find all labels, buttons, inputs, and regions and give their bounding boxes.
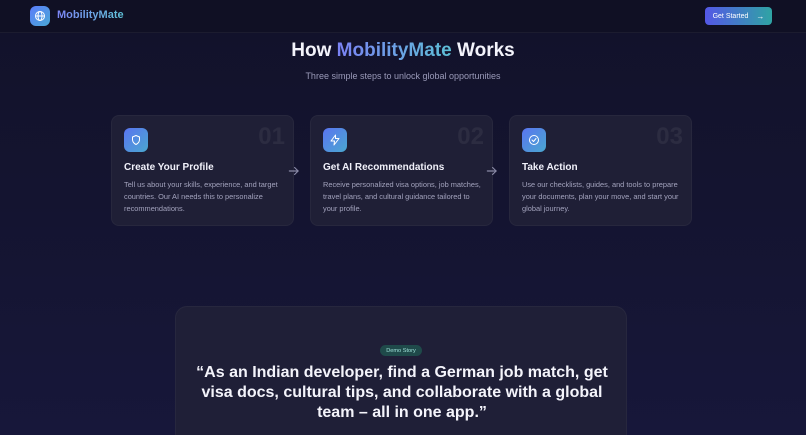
step-title: Take Action xyxy=(522,162,578,173)
step-description: Receive personalized visa options, job m… xyxy=(323,180,481,213)
step-title: Create Your Profile xyxy=(124,162,214,173)
story-quote: “As an Indian developer, find a German j… xyxy=(196,364,608,421)
step-description: Use our checklists, guides, and tools to… xyxy=(522,180,679,213)
step-card-recommendations: 02 Get AI Recommendations Receive person… xyxy=(310,115,493,226)
arrow-right-icon xyxy=(288,166,299,176)
check-circle-icon xyxy=(522,128,546,152)
step-number: 01 xyxy=(258,123,285,150)
step-number: 03 xyxy=(656,123,683,150)
get-started-button[interactable]: Get Started → xyxy=(705,7,772,25)
get-started-label: Get Started xyxy=(712,12,749,20)
title-suffix: Works xyxy=(451,40,515,61)
top-navbar: MobilityMate Get Started → xyxy=(0,0,806,33)
step-title: Get AI Recommendations xyxy=(323,162,445,173)
demo-story-badge: Demo Story xyxy=(380,345,422,356)
step-card-profile: 01 Create Your Profile Tell us about you… xyxy=(111,115,294,226)
section-title: How MobilityMate Works xyxy=(0,40,806,62)
step-description: Tell us about your skills, experience, a… xyxy=(124,180,278,213)
step-number: 02 xyxy=(457,123,484,150)
lightning-icon xyxy=(323,128,347,152)
section-subtitle: Three simple steps to unlock global oppo… xyxy=(305,71,501,81)
title-prefix: How xyxy=(291,40,337,61)
arrow-right-icon: → xyxy=(756,11,765,21)
globe-icon[interactable] xyxy=(30,6,50,26)
shield-icon xyxy=(124,128,148,152)
step-card-action: 03 Take Action Use our checklists, guide… xyxy=(509,115,692,226)
brand-name[interactable]: MobilityMate xyxy=(57,9,124,21)
title-accent: MobilityMate xyxy=(336,40,452,61)
arrow-right-icon xyxy=(486,166,497,176)
